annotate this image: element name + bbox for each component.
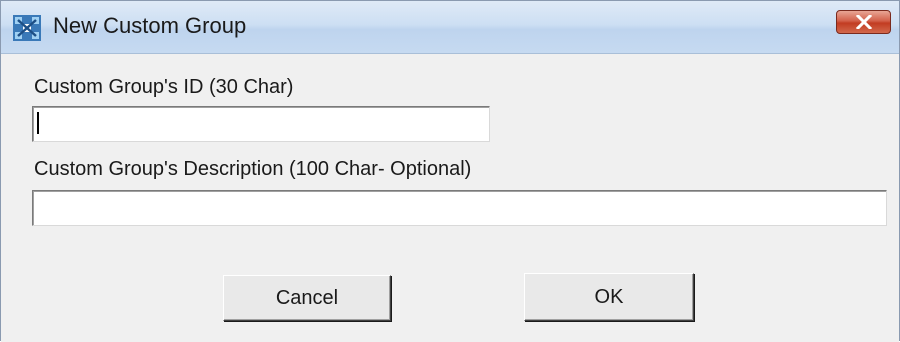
window-title: New Custom Group: [53, 13, 247, 38]
close-button[interactable]: [836, 10, 891, 34]
dialog-body: Custom Group's ID (30 Char) Custom Group…: [1, 54, 899, 342]
description-label: Custom Group's Description (100 Char- Op…: [34, 158, 472, 180]
custom-group-description-input[interactable]: [32, 190, 887, 226]
cancel-button[interactable]: Cancel: [223, 275, 391, 321]
id-field-wrapper: [32, 106, 490, 142]
id-label: Custom Group's ID (30 Char): [34, 76, 294, 98]
close-icon: [855, 15, 872, 29]
dialog-window: New Custom Group Custom Group's ID (30 C…: [0, 0, 900, 342]
custom-group-id-input[interactable]: [32, 106, 490, 142]
title-bar[interactable]: New Custom Group: [1, 1, 899, 54]
custom-group-app-icon: [13, 15, 41, 41]
ok-button[interactable]: OK: [524, 273, 694, 321]
text-caret: [37, 112, 39, 134]
